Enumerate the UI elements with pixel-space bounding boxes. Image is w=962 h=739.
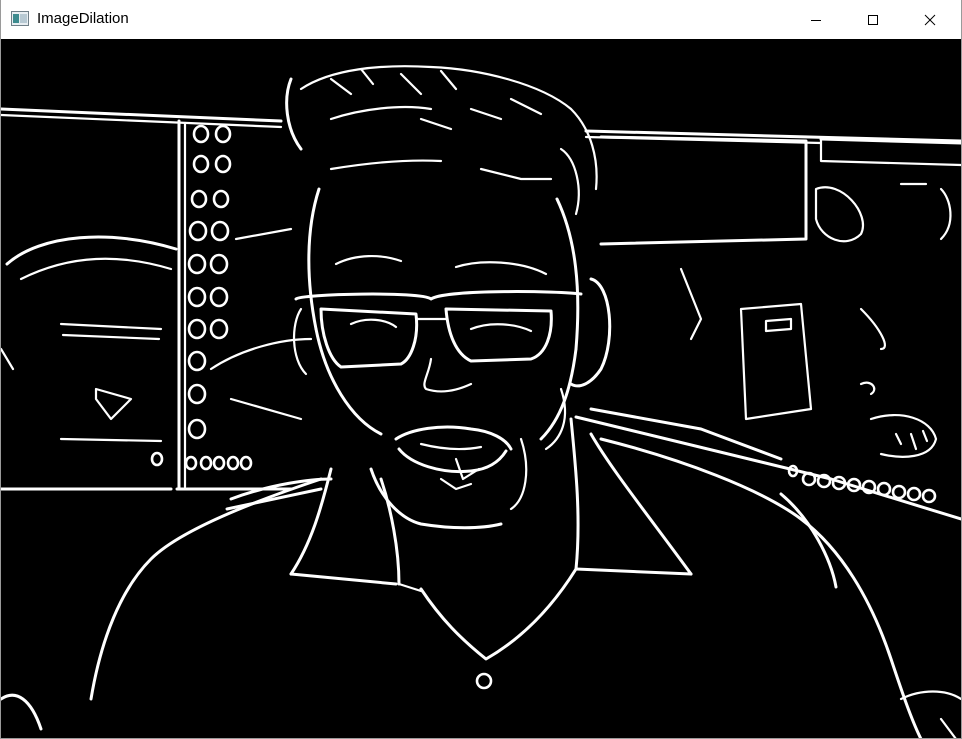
app-window-icon bbox=[11, 11, 29, 26]
image-canvas[interactable] bbox=[1, 39, 961, 738]
image-dilation-window: ImageDilation bbox=[0, 0, 962, 739]
maximize-button[interactable] bbox=[850, 0, 896, 39]
minimize-icon bbox=[811, 19, 821, 21]
dilated-edge-image bbox=[1, 39, 961, 738]
maximize-icon bbox=[868, 14, 878, 25]
window-title: ImageDilation bbox=[37, 10, 129, 27]
close-button[interactable] bbox=[907, 0, 953, 39]
close-icon bbox=[924, 14, 936, 25]
minimize-button[interactable] bbox=[793, 0, 839, 39]
title-bar[interactable]: ImageDilation bbox=[1, 0, 961, 39]
